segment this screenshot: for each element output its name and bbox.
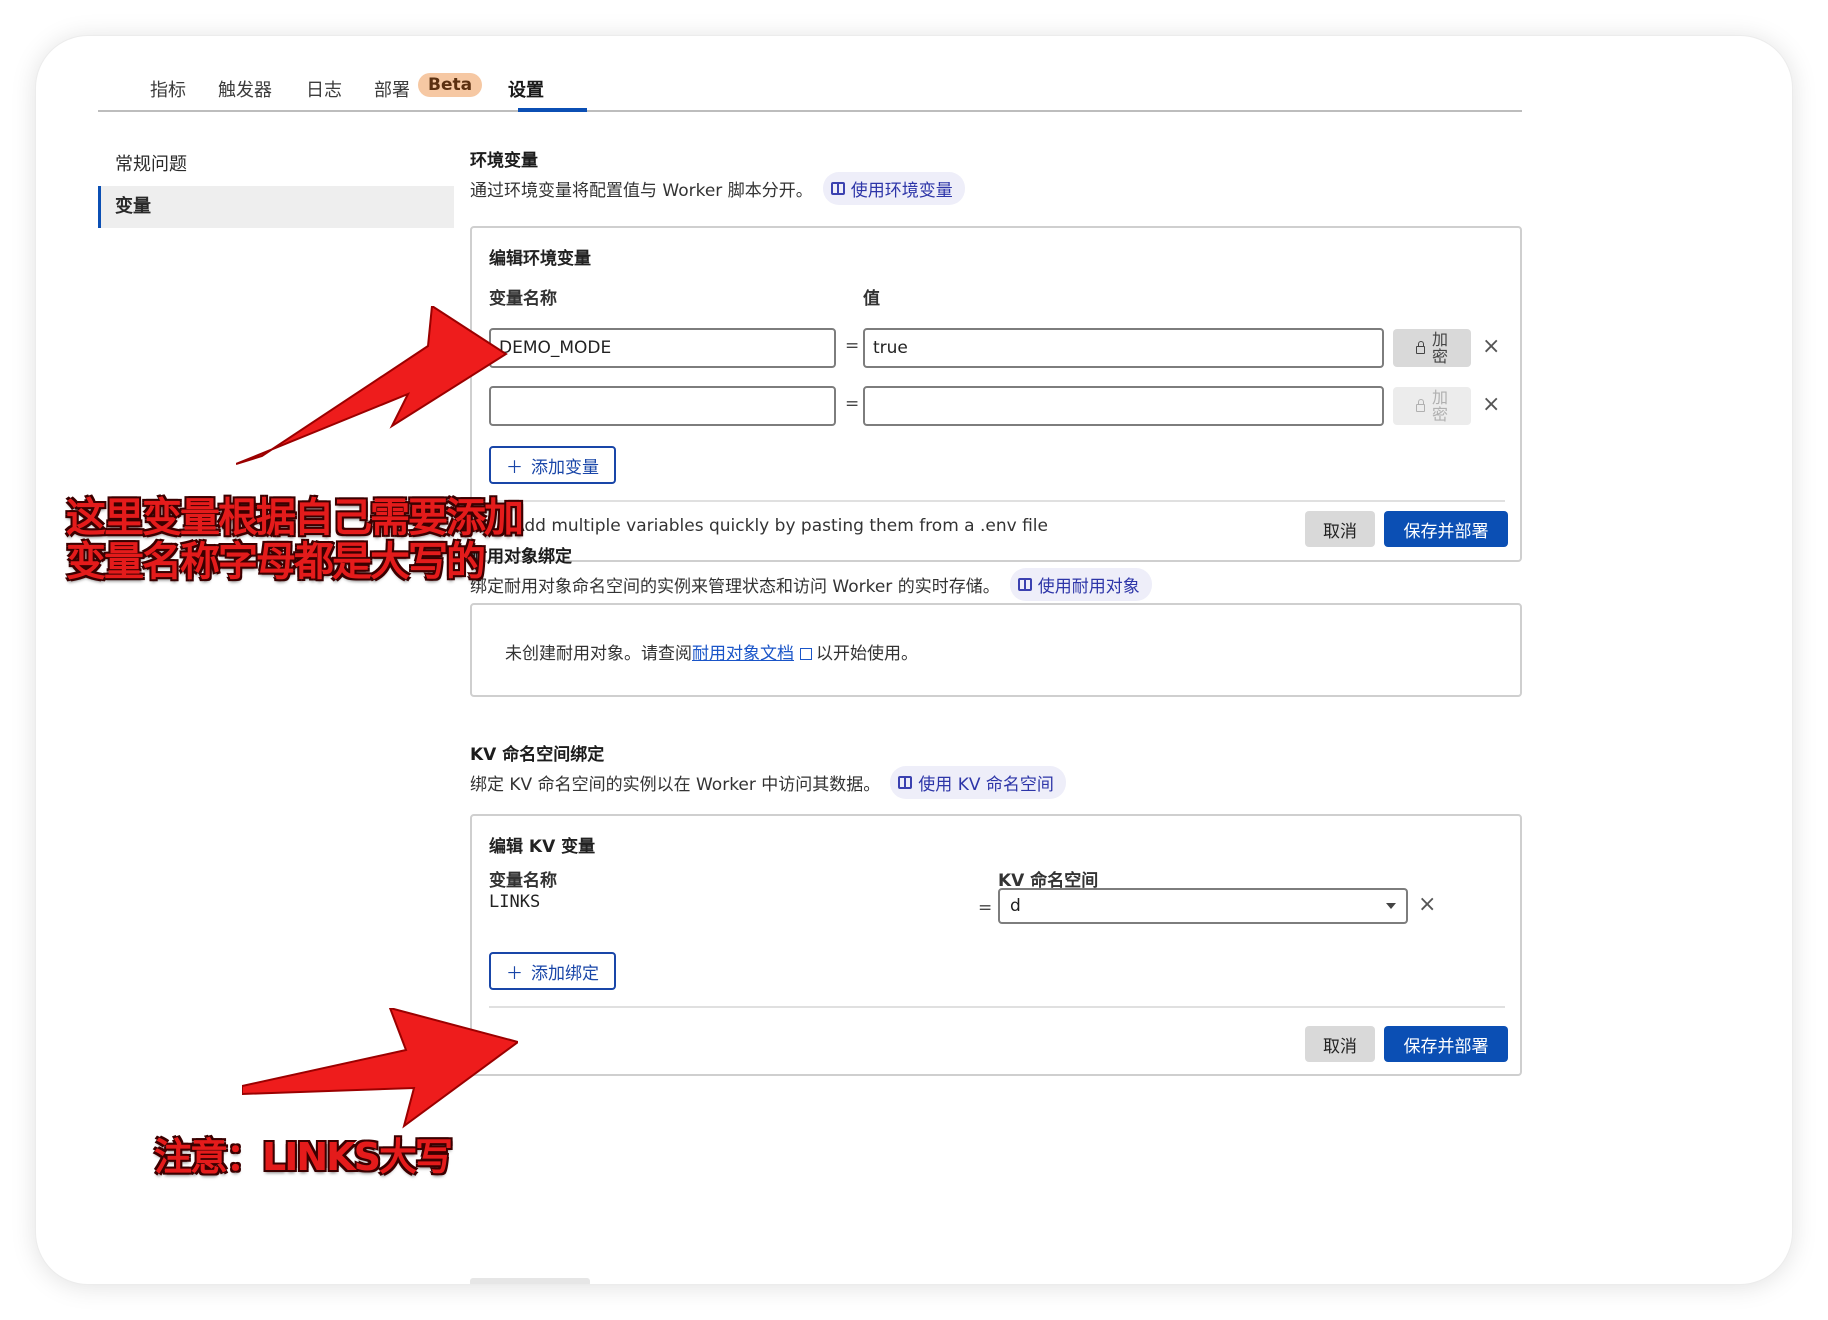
tab-settings[interactable]: 设置 (508, 76, 544, 112)
sidebar-item-label: 变量 (115, 196, 151, 217)
encrypt-label: 加密 (1432, 389, 1448, 423)
button-label: 添加绑定 (531, 963, 599, 984)
kv-description: 绑定 KV 命名空间的实例以在 Worker 中访问其数据。 使用 KV 命名空… (470, 766, 1066, 799)
close-icon[interactable]: × (1482, 336, 1500, 358)
doc-link-label: 使用环境变量 (850, 181, 953, 201)
app-window: 指标 触发器 日志 部署 Beta 设置 常规问题 变量 环境变量 通过环境变量… (36, 36, 1792, 1284)
env-vars-card: 编辑环境变量 变量名称 值 DEMO_MODE = true 加密 × = 加密… (470, 226, 1522, 562)
durable-objects-card: 未创建耐用对象。请查阅耐用对象文档 以开始使用。 (470, 603, 1522, 697)
card-title: 编辑 KV 变量 (489, 837, 596, 857)
cancel-button[interactable]: 取消 (1305, 511, 1375, 547)
kv-card: 编辑 KV 变量 变量名称 KV 命名空间 LINKS = d × ＋ 添加绑定… (470, 814, 1522, 1076)
encrypt-text: 加密 (1431, 330, 1448, 366)
column-value-label: 值 (863, 289, 880, 309)
book-icon (1017, 578, 1032, 591)
env-vars-doc-link[interactable]: 使用环境变量 (822, 172, 965, 205)
kv-title: KV 命名空间绑定 (470, 745, 605, 765)
tab-label: 触发器 (218, 80, 272, 101)
kv-binding-name: LINKS (489, 892, 541, 912)
lock-icon (1415, 399, 1425, 412)
save-and-deploy-button[interactable]: 保存并部署 (1384, 1026, 1508, 1062)
chevron-down-icon (1386, 903, 1396, 909)
encrypt-label: 加密 (1432, 331, 1448, 365)
annotation-note-variables: 这里变量根据自己需要添加 变量名称字母都是大写的 (66, 495, 524, 585)
equals-sign: = (845, 336, 860, 356)
tab-label: 日志 (306, 80, 342, 101)
sidebar-item-general[interactable]: 常规问题 (98, 144, 454, 186)
description-text: 绑定耐用对象命名空间的实例来管理状态和访问 Worker 的实时存储。 (470, 577, 1000, 597)
beta-badge: Beta (418, 73, 483, 97)
kv-doc-link[interactable]: 使用 KV 命名空间 (890, 766, 1066, 799)
next-section-title-clipped (470, 1278, 590, 1284)
external-link-icon (800, 648, 812, 660)
select-value: d (1010, 896, 1021, 916)
tab-triggers[interactable]: 触发器 (218, 76, 272, 112)
divider (489, 500, 1505, 502)
annotation-line: 这里变量根据自己需要添加 (66, 495, 524, 541)
description-text: 绑定 KV 命名空间的实例以在 Worker 中访问其数据。 (470, 775, 881, 795)
tab-label: 部署 (374, 80, 410, 101)
active-tab-indicator (518, 108, 587, 112)
kv-namespace-select[interactable]: d (998, 888, 1408, 924)
close-icon[interactable]: × (1482, 394, 1500, 416)
tab-label: 设置 (508, 80, 544, 101)
durable-objects-empty-message: 未创建耐用对象。请查阅耐用对象文档 以开始使用。 (505, 639, 918, 664)
env-vars-description: 通过环境变量将配置值与 Worker 脚本分开。 使用环境变量 (470, 172, 965, 205)
divider (489, 1006, 1505, 1008)
durable-objects-description: 绑定耐用对象命名空间的实例来管理状态和访问 Worker 的实时存储。 使用耐用… (470, 568, 1152, 601)
book-icon (898, 776, 913, 789)
arrow-shape (236, 306, 508, 465)
encrypt-button[interactable]: 加密 (1393, 387, 1471, 425)
book-icon (830, 182, 845, 195)
close-icon[interactable]: × (1418, 894, 1436, 916)
durable-objects-docs-link[interactable]: 耐用对象文档 (692, 644, 794, 664)
sidebar-item-variables[interactable]: 变量 (98, 186, 454, 228)
encrypt-text: 加密 (1431, 388, 1448, 424)
add-binding-button[interactable]: ＋ 添加绑定 (489, 952, 616, 990)
var-name-input[interactable]: DEMO_MODE (489, 328, 836, 368)
annotation-line: 变量名称字母都是大写的 (66, 539, 486, 585)
annotation-note-links: 注意：LINKS大写 (154, 1135, 453, 1179)
lock-icon (1415, 341, 1425, 354)
annotation-arrow-env (236, 306, 508, 465)
doc-link-label: 使用 KV 命名空间 (918, 775, 1054, 795)
durable-objects-doc-link[interactable]: 使用耐用对象 (1009, 568, 1152, 601)
env-paste-hint: Add multiple variables quickly by pastin… (513, 516, 1048, 536)
var-name-input[interactable] (489, 386, 836, 426)
encrypt-button[interactable]: 加密 (1393, 329, 1471, 367)
plus-icon: ＋ (506, 963, 523, 984)
equals-sign: = (978, 898, 993, 918)
empty-text: 以开始使用。 (816, 644, 918, 664)
empty-text: 未创建耐用对象。请查阅 (505, 644, 692, 664)
card-title: 编辑环境变量 (489, 249, 591, 269)
var-value-input[interactable]: true (863, 328, 1384, 368)
button-label: 添加变量 (531, 457, 599, 478)
cancel-button[interactable]: 取消 (1305, 1026, 1375, 1062)
column-name-label: 变量名称 (489, 871, 557, 891)
description-text: 通过环境变量将配置值与 Worker 脚本分开。 (470, 181, 813, 201)
tab-metrics[interactable]: 指标 (150, 76, 186, 112)
env-vars-title: 环境变量 (470, 151, 538, 171)
tab-label: 指标 (150, 80, 186, 101)
var-value-input[interactable] (863, 386, 1384, 426)
arrow-shape (242, 1008, 518, 1129)
tab-deployments[interactable]: 部署 Beta (374, 73, 483, 112)
tab-logs[interactable]: 日志 (306, 76, 342, 112)
save-and-deploy-button[interactable]: 保存并部署 (1384, 511, 1508, 547)
doc-link-label: 使用耐用对象 (1037, 577, 1140, 597)
tab-bar: 指标 触发器 日志 部署 Beta 设置 (98, 36, 1522, 112)
sidebar-item-label: 常规问题 (115, 154, 187, 175)
equals-sign: = (845, 394, 860, 414)
